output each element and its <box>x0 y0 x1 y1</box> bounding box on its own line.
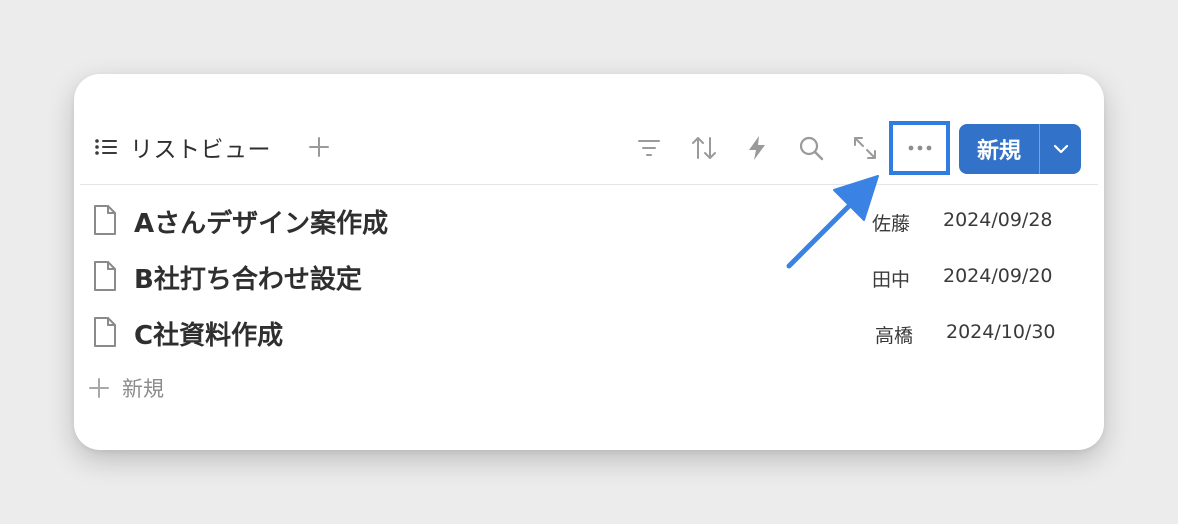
page-icon <box>92 316 118 348</box>
automation-button[interactable] <box>742 133 772 163</box>
more-icon <box>907 144 933 152</box>
list-item[interactable]: Aさんデザイン案作成 佐藤 2024/09/28 <box>74 195 1104 243</box>
item-assignee: 高橋 <box>875 325 914 347</box>
add-row-button[interactable]: 新規 <box>88 370 164 406</box>
expand-icon <box>852 135 878 161</box>
toolbar-divider <box>80 184 1098 185</box>
new-dropdown-button[interactable] <box>1040 124 1081 174</box>
add-row-label: 新規 <box>122 377 164 401</box>
filter-icon <box>637 137 661 159</box>
list-item[interactable]: C社資料作成 高橋 2024/10/30 <box>74 307 1104 355</box>
filter-button[interactable] <box>634 133 664 163</box>
list-item[interactable]: B社打ち合わせ設定 田中 2024/09/20 <box>74 251 1104 299</box>
item-title: B社打ち合わせ設定 <box>134 265 362 295</box>
new-button-group: 新規 <box>959 124 1081 174</box>
search-icon <box>798 135 824 161</box>
item-assignee: 佐藤 <box>872 213 911 235</box>
plus-icon <box>307 135 331 159</box>
item-date: 2024/09/28 <box>943 209 1053 231</box>
item-date: 2024/09/20 <box>943 265 1053 287</box>
expand-button[interactable] <box>850 133 880 163</box>
item-date: 2024/10/30 <box>946 321 1056 343</box>
item-assignee: 田中 <box>872 269 911 291</box>
item-title: C社資料作成 <box>134 321 284 351</box>
tab-list-view[interactable]: リストビュー <box>94 132 271 163</box>
database-toolbar: リストビュー 新規 <box>74 121 1104 178</box>
item-title: Aさんデザイン案作成 <box>134 209 389 239</box>
add-view-button[interactable] <box>306 134 332 160</box>
new-button[interactable]: 新規 <box>959 124 1039 174</box>
more-options-button[interactable] <box>889 121 950 175</box>
lightning-icon <box>747 135 767 161</box>
database-list-view: リストビュー 新規 Aさんデザイン案作成 佐藤 2024/09/28 B社打ち合… <box>74 74 1104 450</box>
plus-icon <box>88 377 110 399</box>
sort-button[interactable] <box>689 133 719 163</box>
search-button[interactable] <box>796 133 826 163</box>
chevron-down-icon <box>1053 144 1069 154</box>
sort-icon <box>690 135 718 161</box>
list-icon <box>94 137 118 157</box>
page-icon <box>92 204 118 236</box>
view-tab-label: リストビュー <box>130 137 271 163</box>
page-icon <box>92 260 118 292</box>
